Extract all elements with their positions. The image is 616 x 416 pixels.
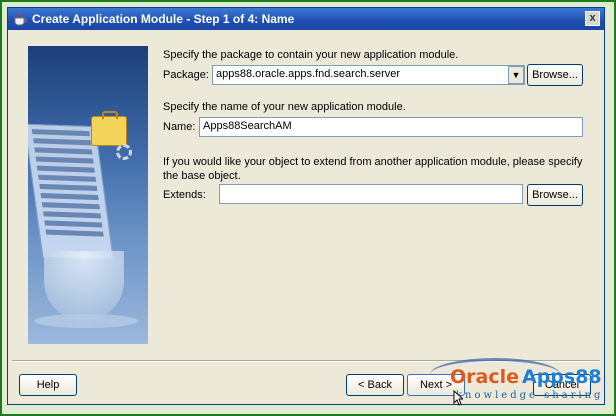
close-icon: x [589,12,596,24]
extends-label: Extends: [163,189,206,201]
chevron-down-icon: ▼ [511,70,521,80]
package-combobox[interactable]: apps88.oracle.apps.fnd.search.server [212,65,525,85]
gear-icon [116,144,132,160]
package-browse-button[interactable]: Browse... [527,64,583,86]
jdeveloper-cup-icon [14,12,27,26]
watermark-oracle-text: Oracle [450,366,520,388]
watermark-tagline: knowledge sharing [456,390,604,401]
package-value: apps88.oracle.apps.fnd.search.server [216,68,401,80]
saucer-illustration [34,314,138,328]
coffee-cup-illustration [44,251,124,321]
package-dropdown-button[interactable]: ▼ [508,66,524,84]
wizard-side-image [28,46,148,344]
close-button[interactable]: x [585,11,600,26]
watermark-apps88-text: Apps88 [522,366,602,388]
back-button[interactable]: < Back [346,374,404,396]
extends-prompt-line2: the base object. [163,170,241,182]
window-title: Create Application Module - Step 1 of 4:… [32,12,295,26]
extends-field[interactable] [219,184,523,204]
help-button[interactable]: Help [19,374,77,396]
name-field[interactable]: Apps88SearchAM [199,117,583,137]
name-prompt: Specify the name of your new application… [163,101,406,113]
package-prompt: Specify the package to contain your new … [163,49,459,61]
name-value: Apps88SearchAM [203,120,292,132]
briefcase-icon [91,111,127,146]
mouse-pointer-icon [453,390,463,406]
extends-browse-button[interactable]: Browse... [527,184,583,206]
dialog-window: Create Application Module - Step 1 of 4:… [7,7,605,405]
name-label: Name: [163,121,196,133]
extends-prompt-line1: If you would like your object to extend … [163,156,583,168]
title-bar[interactable]: Create Application Module - Step 1 of 4:… [8,8,604,30]
package-label: Package: [163,69,209,81]
